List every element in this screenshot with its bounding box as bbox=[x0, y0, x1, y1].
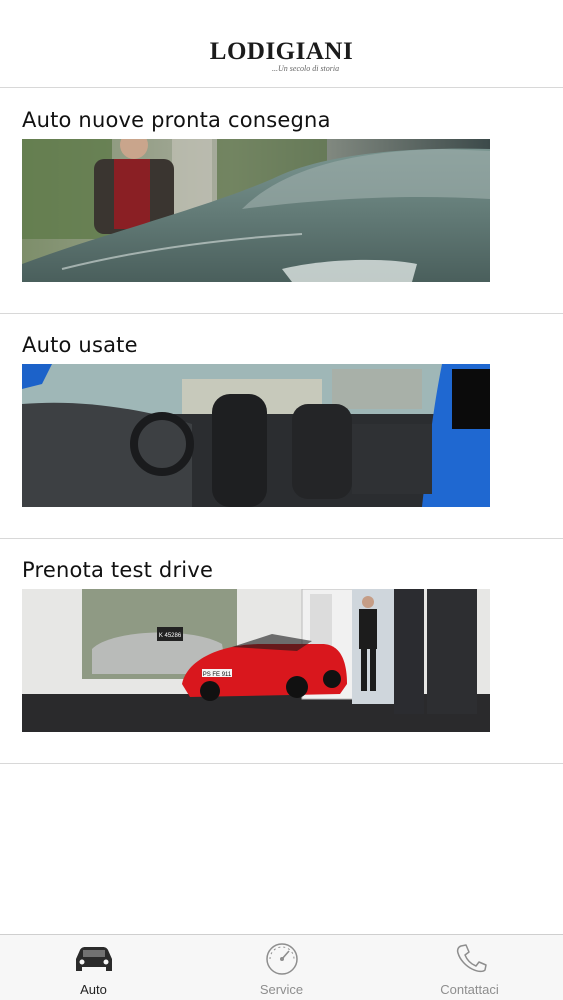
tab-contattaci[interactable]: Contattaci bbox=[376, 935, 563, 1000]
red-car-plate: PS FE 911 bbox=[203, 672, 232, 678]
section-new-cars[interactable]: Auto nuove pronta consegna bbox=[0, 88, 563, 314]
section-title-test-drive: Prenota test drive bbox=[22, 558, 214, 582]
phone-icon bbox=[448, 941, 492, 975]
speedometer-icon bbox=[260, 941, 304, 975]
car-icon bbox=[72, 941, 116, 975]
logo-text: LODIGIANI bbox=[209, 38, 354, 65]
section-test-drive[interactable]: Prenota test drive K 45286 PS FE 911 bbox=[0, 538, 563, 764]
new-car-showroom-image[interactable] bbox=[22, 139, 490, 282]
tab-auto-label: Auto bbox=[80, 982, 107, 997]
brand-logo: LODIGIANI bbox=[0, 38, 563, 66]
used-car-interior-image[interactable] bbox=[22, 364, 490, 507]
section-title-new-cars: Auto nuove pronta consegna bbox=[22, 108, 331, 132]
tab-service[interactable]: Service bbox=[188, 935, 375, 1000]
app-header: LODIGIANI ...Un secolo di storia bbox=[0, 0, 563, 88]
red-sports-car-showroom-image[interactable]: K 45286 PS FE 911 bbox=[22, 589, 490, 732]
tab-service-label: Service bbox=[259, 982, 304, 997]
section-used-cars[interactable]: Auto usate bbox=[0, 313, 563, 539]
silver-car-plate: K 45286 bbox=[159, 633, 182, 639]
section-title-used-cars: Auto usate bbox=[22, 333, 138, 357]
bottom-tab-bar: Auto Service Contattaci bbox=[0, 934, 563, 1000]
tab-contattaci-label: Contattaci bbox=[440, 982, 499, 997]
tab-auto[interactable]: Auto bbox=[0, 935, 187, 1000]
logo-tagline: ...Un secolo di storia bbox=[272, 64, 340, 73]
